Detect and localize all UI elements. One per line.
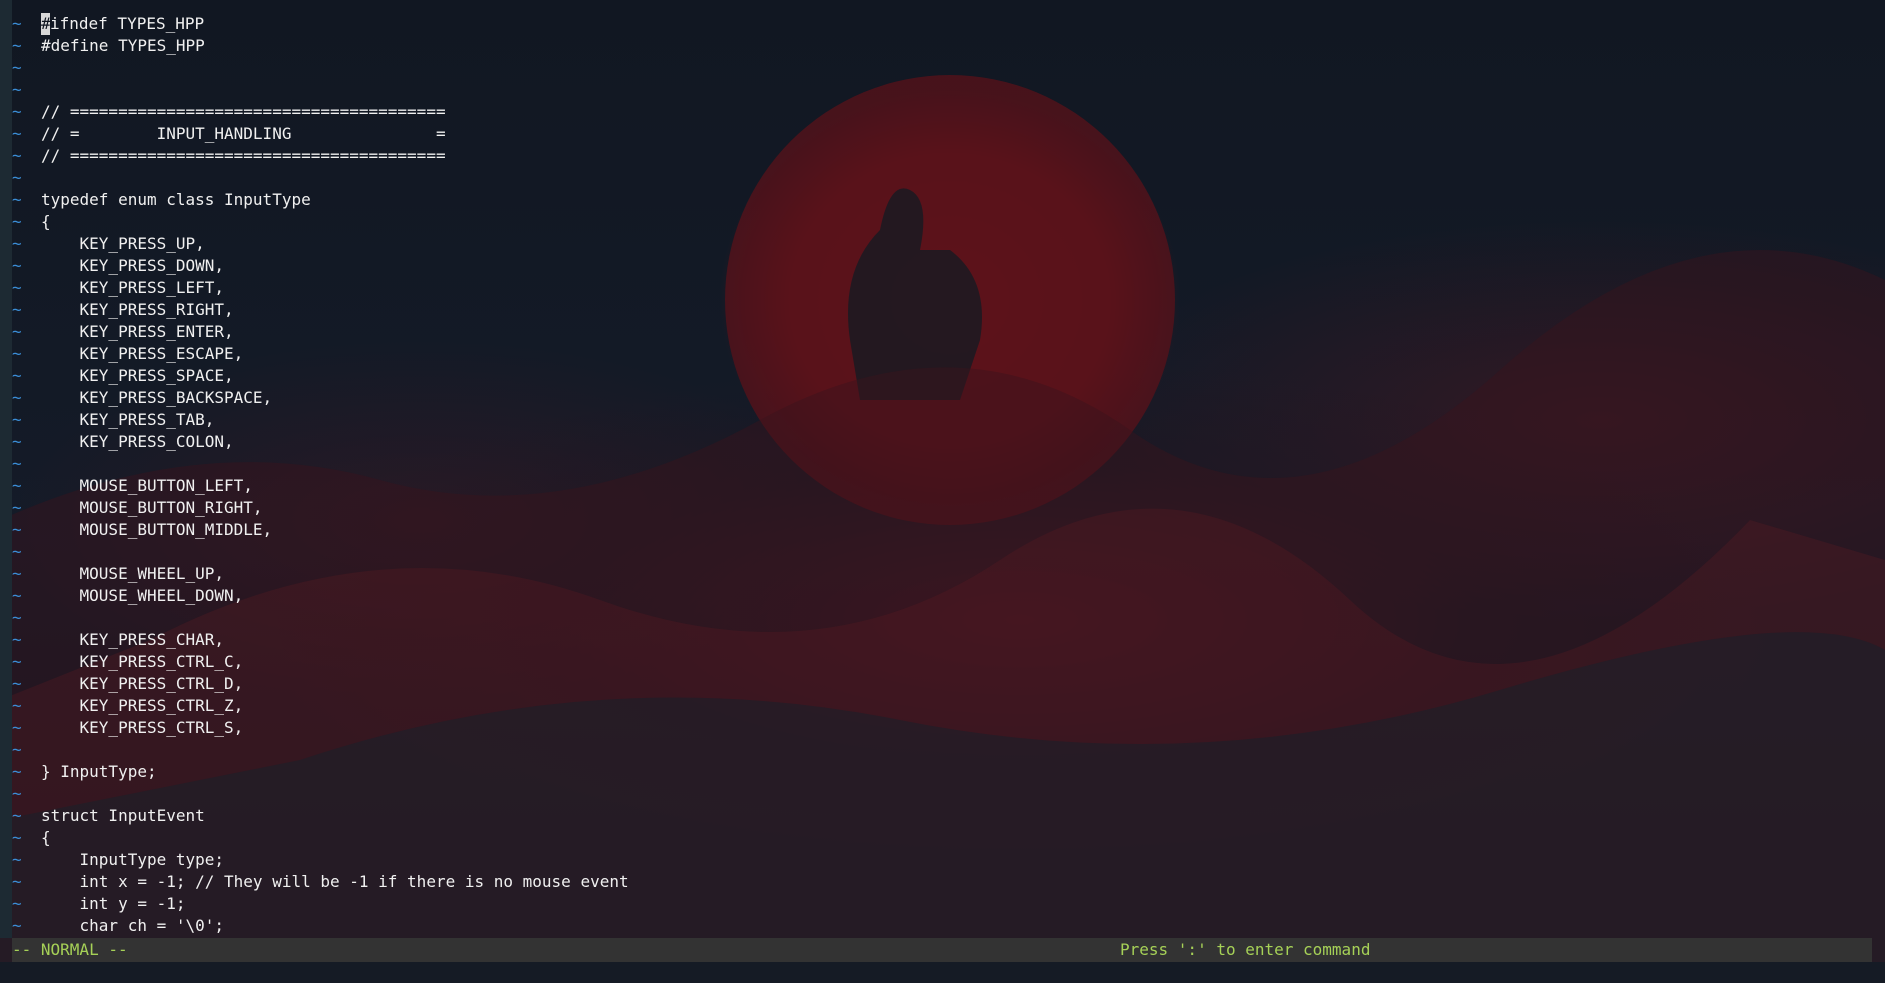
- code-text: typedef enum class InputType: [41, 190, 311, 209]
- gutter-tilde: ~: [12, 190, 22, 209]
- code-text: MOUSE_BUTTON_LEFT,: [41, 476, 253, 495]
- gutter-tilde: ~: [12, 762, 22, 781]
- gutter-tilde: ~: [12, 212, 22, 231]
- gutter-tilde: ~: [12, 146, 22, 165]
- code-text: KEY_PRESS_CHAR,: [41, 630, 225, 649]
- code-text: KEY_PRESS_RIGHT,: [41, 300, 234, 319]
- gutter-tilde: ~: [12, 432, 22, 451]
- code-text: KEY_PRESS_DOWN,: [41, 256, 225, 275]
- code-text: // = INPUT_HANDLING =: [41, 124, 446, 143]
- gutter-tilde: ~: [12, 784, 22, 803]
- gutter-tilde: ~: [12, 630, 22, 649]
- code-text: KEY_PRESS_CTRL_S,: [41, 718, 244, 737]
- gutter-tilde: ~: [12, 718, 22, 737]
- code-editor-buffer[interactable]: ~ #ifndef TYPES_HPP ~ #define TYPES_HPP ~ ~ ~ /…: [0, 13, 1885, 938]
- command-line-area[interactable]: [0, 962, 1885, 983]
- code-text: // =====================================…: [41, 146, 446, 165]
- gutter-tilde: ~: [12, 366, 22, 385]
- gutter-tilde: ~: [12, 234, 22, 253]
- code-text: KEY_PRESS_CTRL_C,: [41, 652, 244, 671]
- code-text: // =====================================…: [41, 102, 446, 121]
- code-text: KEY_PRESS_COLON,: [41, 432, 234, 451]
- code-text: MOUSE_WHEEL_DOWN,: [41, 586, 244, 605]
- code-text: int x = -1; // They will be -1 if there …: [41, 872, 629, 891]
- code-text: KEY_PRESS_CTRL_D,: [41, 674, 244, 693]
- code-text: KEY_PRESS_BACKSPACE,: [41, 388, 273, 407]
- command-hint: Press ':' to enter command: [1120, 940, 1371, 959]
- gutter-tilde: ~: [12, 300, 22, 319]
- gutter-tilde: ~: [12, 608, 22, 627]
- gutter-tilde: ~: [12, 674, 22, 693]
- gutter-tilde: ~: [12, 168, 22, 187]
- code-text: KEY_PRESS_SPACE,: [41, 366, 234, 385]
- gutter-tilde: ~: [12, 542, 22, 561]
- gutter-tilde: ~: [12, 828, 22, 847]
- gutter-tilde: ~: [12, 520, 22, 539]
- gutter-tilde: ~: [12, 476, 22, 495]
- gutter-tilde: ~: [12, 498, 22, 517]
- gutter-tilde: ~: [12, 740, 22, 759]
- status-bar: -- NORMAL -- Press ':' to enter command: [12, 938, 1872, 962]
- code-text: KEY_PRESS_LEFT,: [41, 278, 225, 297]
- gutter-tilde: ~: [12, 564, 22, 583]
- gutter-tilde: ~: [12, 124, 22, 143]
- gutter-tilde: ~: [12, 454, 22, 473]
- gutter-tilde: ~: [12, 872, 22, 891]
- code-text: KEY_PRESS_UP,: [41, 234, 205, 253]
- code-text: MOUSE_WHEEL_UP,: [41, 564, 225, 583]
- gutter-tilde: ~: [12, 410, 22, 429]
- gutter-tilde: ~: [12, 36, 22, 55]
- code-text: KEY_PRESS_CTRL_Z,: [41, 696, 244, 715]
- code-text: int y = -1;: [41, 894, 186, 913]
- code-text: MOUSE_BUTTON_MIDDLE,: [41, 520, 273, 539]
- gutter-tilde: ~: [12, 894, 22, 913]
- code-text: {: [41, 212, 51, 231]
- gutter-tilde: ~: [12, 256, 22, 275]
- gutter-tilde: ~: [12, 278, 22, 297]
- code-text: } InputType;: [41, 762, 157, 781]
- mode-indicator: -- NORMAL --: [12, 940, 128, 959]
- gutter-tilde: ~: [12, 696, 22, 715]
- code-text: MOUSE_BUTTON_RIGHT,: [41, 498, 263, 517]
- code-text-rest: ifndef TYPES_HPP: [50, 14, 205, 33]
- gutter-tilde: ~: [12, 344, 22, 363]
- gutter-tilde: ~: [12, 850, 22, 869]
- gutter-tilde: ~: [12, 58, 22, 77]
- code-text: InputType type;: [41, 850, 225, 869]
- gutter-tilde: ~: [12, 916, 22, 935]
- code-text: KEY_PRESS_ENTER,: [41, 322, 234, 341]
- gutter-tilde: ~: [12, 14, 22, 33]
- gutter-tilde: ~: [12, 102, 22, 121]
- code-text: struct InputEvent: [41, 806, 205, 825]
- gutter-tilde: ~: [12, 322, 22, 341]
- code-text: #ifndef TYPES_HPP: [41, 13, 204, 35]
- code-text: char ch = '\0';: [41, 916, 225, 935]
- code-text: KEY_PRESS_TAB,: [41, 410, 215, 429]
- text-cursor: #: [41, 13, 51, 35]
- code-text: #define TYPES_HPP: [41, 36, 205, 55]
- gutter-tilde: ~: [12, 806, 22, 825]
- code-text: {: [41, 828, 51, 847]
- gutter-tilde: ~: [12, 652, 22, 671]
- gutter-tilde: ~: [12, 388, 22, 407]
- gutter-tilde: ~: [12, 586, 22, 605]
- code-text: KEY_PRESS_ESCAPE,: [41, 344, 244, 363]
- gutter-tilde: ~: [12, 80, 22, 99]
